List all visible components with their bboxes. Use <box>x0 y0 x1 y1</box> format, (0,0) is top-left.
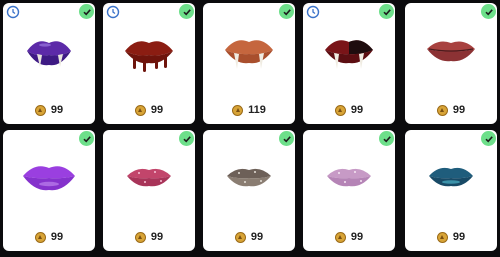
dark-red-fang-lips-icon <box>325 40 373 69</box>
nude-fang-lips-icon <box>225 40 273 69</box>
lip-item-card[interactable]: 99 <box>405 130 497 251</box>
coin-icon <box>234 231 246 243</box>
price-tag: 99 <box>103 104 195 116</box>
pink-glitter-lips-icon <box>127 168 171 187</box>
lilac-glitter-lips-icon <box>327 168 371 187</box>
lip-item-card[interactable]: 99 <box>303 130 395 251</box>
coin-icon <box>134 104 146 116</box>
lip-item-card[interactable]: 99 <box>303 3 395 124</box>
price-value: 99 <box>250 231 264 243</box>
lip-item-card[interactable]: 99 <box>405 3 497 124</box>
lip-item-card[interactable]: 99 <box>103 3 195 124</box>
lip-item-card[interactable]: 99 <box>3 3 95 124</box>
price-value: 99 <box>452 231 466 243</box>
coin-icon <box>436 231 448 243</box>
price-value: 99 <box>150 104 164 116</box>
lip-shop-grid: 99 99 119 99 99 99 99 99 99 99 <box>0 0 500 257</box>
teal-lips-icon <box>429 167 473 187</box>
coin-icon <box>334 104 346 116</box>
lip-item-card[interactable]: 119 <box>203 3 295 124</box>
violet-lips-icon <box>23 166 75 191</box>
coin-icon <box>436 104 448 116</box>
coin-icon <box>232 104 244 116</box>
coin-icon <box>134 231 146 243</box>
price-value: 99 <box>350 231 364 243</box>
price-tag: 99 <box>3 104 95 116</box>
price-tag: 99 <box>303 231 395 243</box>
price-tag: 99 <box>103 231 195 243</box>
dripping-blood-lips-icon <box>125 41 173 72</box>
price-tag: 99 <box>303 104 395 116</box>
price-value: 99 <box>150 231 164 243</box>
lip-item-card[interactable]: 99 <box>3 130 95 251</box>
price-tag: 99 <box>3 231 95 243</box>
coin-icon <box>34 231 46 243</box>
price-tag: 99 <box>203 231 295 243</box>
rose-lips-icon <box>427 41 475 62</box>
price-value: 99 <box>452 104 466 116</box>
purple-fang-lips-icon <box>27 41 71 67</box>
price-tag: 99 <box>405 231 497 243</box>
price-value: 99 <box>50 231 64 243</box>
lip-item-card[interactable]: 99 <box>203 130 295 251</box>
price-value: 99 <box>350 104 364 116</box>
price-value: 119 <box>248 104 266 116</box>
silver-glitter-lips-icon <box>227 168 271 187</box>
price-tag: 119 <box>203 104 295 116</box>
coin-icon <box>34 104 46 116</box>
price-tag: 99 <box>405 104 497 116</box>
coin-icon <box>334 231 346 243</box>
lip-item-card[interactable]: 99 <box>103 130 195 251</box>
price-value: 99 <box>50 104 64 116</box>
